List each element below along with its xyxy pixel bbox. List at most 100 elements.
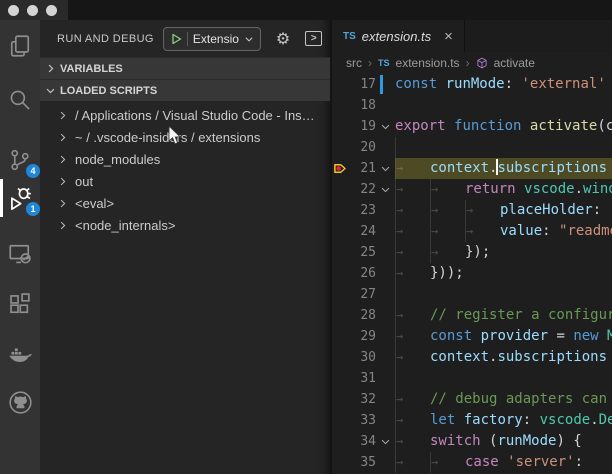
fold-chevron-icon[interactable] [376, 158, 395, 179]
code-line-text: →context.subscriptions [395, 158, 612, 179]
glyph-margin[interactable] [332, 221, 349, 242]
line-number: 19 [349, 116, 376, 137]
loaded-script-label: node_modules [75, 152, 160, 167]
loaded-script-item[interactable]: ~ / .vscode-insiders / extensions [40, 126, 330, 148]
tab-whitespace-arrow: → [430, 242, 465, 263]
breadcrumb-item-file[interactable]: extension.ts [396, 56, 460, 70]
vscode-window: 41 RUN AND DEBUG Extensio ⚙ > [0, 0, 612, 474]
loaded-scripts-tree: / Applications / Visual Studio Code - In… [40, 101, 330, 236]
tab-close-icon[interactable]: × [444, 28, 453, 45]
loaded-script-label: <eval> [75, 196, 114, 211]
tab-whitespace-arrow: → [395, 305, 430, 326]
glyph-margin[interactable] [332, 347, 349, 368]
breadcrumb-item-src[interactable]: src [346, 56, 362, 70]
activity-bar-item-source-control[interactable]: 4 [0, 146, 40, 174]
chevron-down-icon [45, 85, 56, 96]
glyph-margin[interactable] [332, 179, 349, 200]
code-line-text: →→→placeHolder: [395, 200, 612, 221]
glyph-margin[interactable] [332, 368, 349, 389]
chevron-right-icon [57, 198, 68, 209]
section-header-loaded-scripts[interactable]: LOADED SCRIPTS [40, 79, 330, 101]
launch-config-label: Extensio [193, 32, 239, 46]
toggle-debug-console-button[interactable]: > [305, 31, 322, 46]
activity-bar-item-docker[interactable] [0, 340, 40, 368]
glyph-margin[interactable] [332, 116, 349, 137]
code-line: 17const runMode: 'external' [332, 74, 612, 95]
tab-whitespace-arrow: → [395, 221, 430, 242]
tab-extension-ts[interactable]: TS extension.ts × [332, 20, 465, 52]
editor-group: TS extension.ts × src › TS extension.ts … [330, 20, 612, 474]
tab-whitespace-arrow: → [465, 200, 500, 221]
loaded-script-item[interactable]: <eval> [40, 192, 330, 214]
tab-whitespace-arrow: → [395, 410, 430, 431]
glyph-margin[interactable] [332, 95, 349, 116]
glyph-margin[interactable] [332, 452, 349, 473]
loaded-script-item[interactable]: / Applications / Visual Studio Code - In… [40, 104, 330, 126]
minimize-button[interactable] [27, 5, 38, 16]
code-line: 28→// register a configur [332, 305, 612, 326]
glyph-margin[interactable] [332, 284, 349, 305]
glyph-margin[interactable] [332, 389, 349, 410]
glyph-margin[interactable] [332, 410, 349, 431]
loaded-script-item[interactable]: node_modules [40, 148, 330, 170]
maximize-button[interactable] [46, 5, 57, 16]
activity-bar-item-extensions[interactable] [0, 290, 40, 318]
launch-config-dropdown[interactable]: Extensio [163, 27, 261, 51]
settings-gear-icon[interactable]: ⚙ [276, 31, 290, 47]
chevron-separator-icon: › [368, 56, 372, 70]
code-line: 22→→return vscode.wind [332, 179, 612, 200]
activity-bar-item-explorer[interactable] [0, 32, 40, 60]
section-header-variables[interactable]: VARIABLES [40, 57, 330, 79]
glyph-margin[interactable] [332, 305, 349, 326]
glyph-margin[interactable] [332, 326, 349, 347]
code-line: 20 [332, 137, 612, 158]
code-line: 19export function activate(c [332, 116, 612, 137]
tab-whitespace-arrow: → [430, 200, 465, 221]
fold-margin [376, 137, 395, 158]
close-button[interactable] [8, 5, 19, 16]
fold-chevron-icon[interactable] [376, 116, 395, 137]
loaded-script-label: out [75, 174, 93, 189]
chevron-right-icon [57, 220, 68, 231]
tab-whitespace-arrow: → [395, 263, 430, 284]
fold-chevron-icon[interactable] [376, 179, 395, 200]
fold-margin [376, 242, 395, 263]
line-number: 35 [349, 452, 376, 473]
line-number: 17 [349, 74, 376, 95]
line-number: 22 [349, 179, 376, 200]
activity-bar-item-remote-explorer[interactable] [0, 240, 40, 268]
fold-margin [376, 452, 395, 473]
loaded-script-item[interactable]: out [40, 170, 330, 192]
chevron-down-icon [244, 34, 254, 44]
breakpoint-icon[interactable] [332, 158, 349, 179]
tab-whitespace-arrow: → [395, 452, 430, 473]
glyph-margin[interactable] [332, 431, 349, 452]
fold-margin [376, 326, 395, 347]
code-line: 25→→}); [332, 242, 612, 263]
line-number: 31 [349, 368, 376, 389]
code-line: 23→→→placeHolder: [332, 200, 612, 221]
docker-icon [8, 342, 32, 366]
activity-bar-item-search[interactable] [0, 86, 40, 114]
fold-margin [376, 221, 395, 242]
tab-title: extension.ts [362, 29, 431, 44]
glyph-margin[interactable] [332, 74, 349, 95]
code-line: 21 →context.subscriptions [332, 158, 612, 179]
line-number: 21 [349, 158, 376, 179]
start-debug-icon[interactable] [170, 33, 182, 45]
code-line-text: →→→value: "readme [395, 221, 612, 242]
fold-chevron-icon[interactable] [376, 431, 395, 452]
glyph-margin[interactable] [332, 242, 349, 263]
glyph-margin[interactable] [332, 200, 349, 221]
activity-bar-item-run-debug[interactable]: 1 [0, 184, 40, 212]
breadcrumb-item-symbol[interactable]: activate [494, 56, 535, 70]
code-line-text: →// debug adapters can [395, 389, 612, 410]
activity-bar-item-github[interactable] [0, 388, 40, 416]
glyph-margin[interactable] [332, 263, 349, 284]
indent-guide [395, 137, 430, 158]
activity-bar: 41 [0, 20, 40, 474]
chevron-right-icon [57, 132, 68, 143]
code-editor[interactable]: 17const runMode: 'external'1819export fu… [332, 74, 612, 474]
loaded-script-item[interactable]: <node_internals> [40, 214, 330, 236]
glyph-margin[interactable] [332, 137, 349, 158]
